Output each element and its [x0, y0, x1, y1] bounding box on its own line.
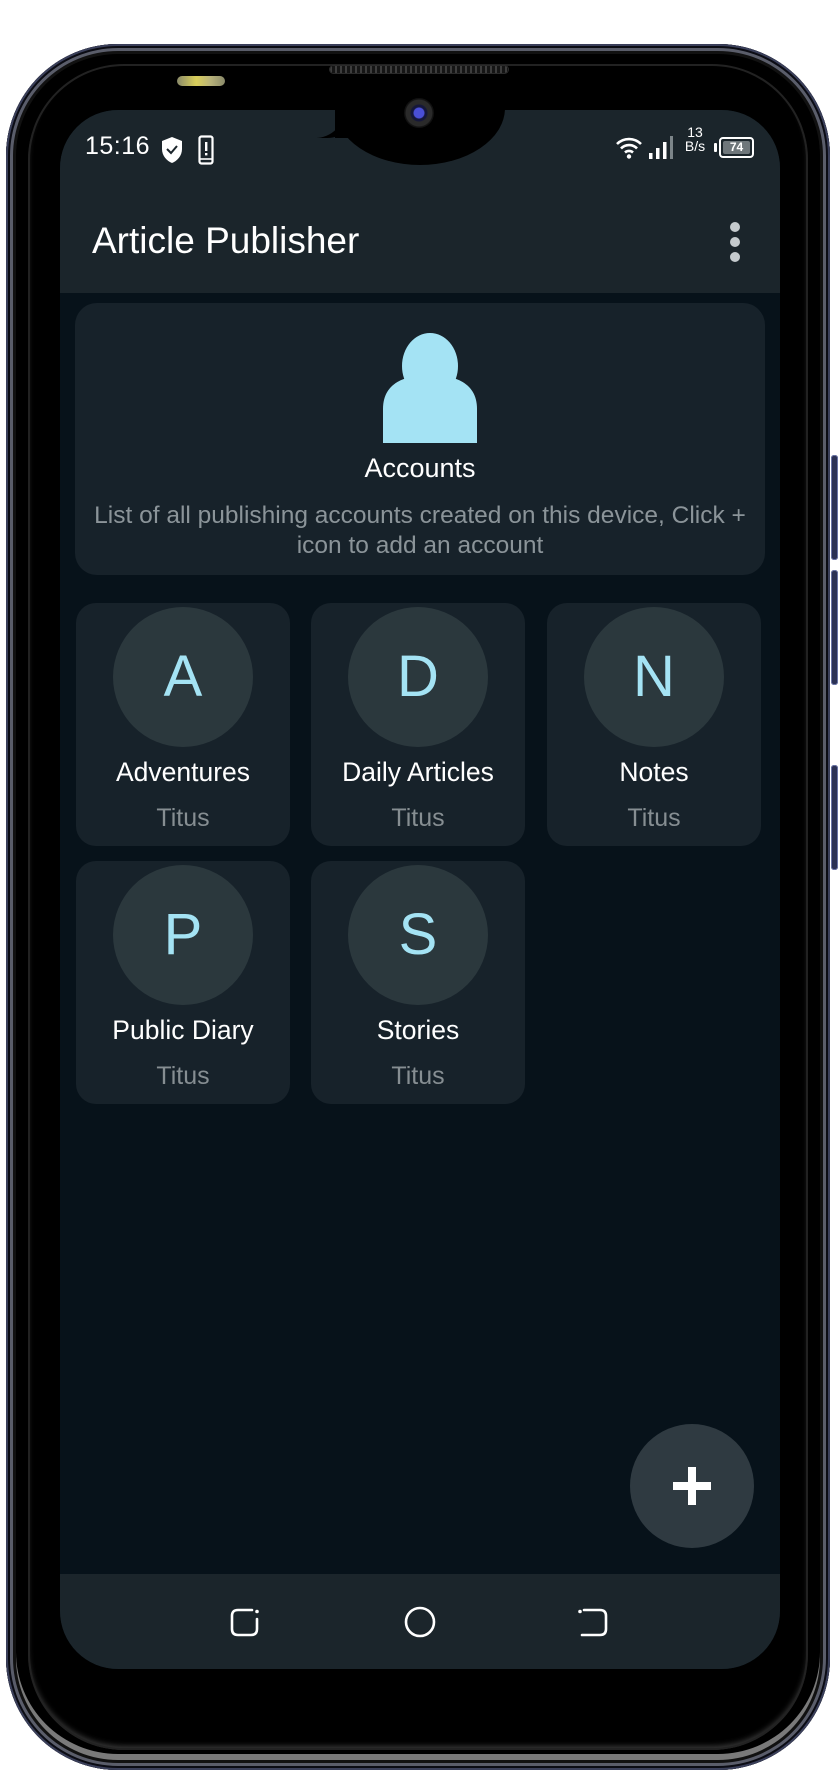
content-area: Accounts List of all publishing accounts…: [60, 293, 780, 1574]
accounts-header-card: Accounts List of all publishing accounts…: [75, 303, 765, 575]
navigation-bar: [60, 1574, 780, 1669]
battery-level: 74: [723, 141, 750, 154]
net-speed: 13 B/s: [680, 125, 710, 153]
screen: 15:16 13 B/s 74 Article Publisher Accoun…: [60, 110, 780, 1669]
account-card-daily-articles[interactable]: D Daily Articles Titus: [311, 603, 525, 846]
avatar: N: [584, 607, 724, 747]
account-card-stories[interactable]: S Stories Titus: [311, 861, 525, 1104]
volume-down-button: [831, 570, 838, 685]
recent-apps-icon[interactable]: [226, 1602, 266, 1642]
more-vert-dot: [730, 237, 740, 247]
person-icon: [383, 333, 477, 443]
account-name: Daily Articles: [342, 757, 494, 787]
net-speed-value: 13: [687, 124, 703, 140]
more-options-button[interactable]: [722, 216, 748, 268]
account-name: Notes: [619, 757, 689, 787]
more-vert-dot: [730, 252, 740, 262]
proximity-sensor: [177, 76, 225, 86]
avatar: A: [113, 607, 253, 747]
avatar: S: [348, 865, 488, 1005]
power-button: [831, 765, 838, 870]
more-vert-icon: [730, 222, 740, 232]
account-name: Stories: [376, 1015, 460, 1045]
app-title: Article Publisher: [92, 220, 360, 261]
accounts-title: Accounts: [364, 453, 476, 483]
account-name: Adventures: [115, 757, 251, 787]
back-icon[interactable]: [572, 1602, 612, 1642]
shield-check-icon: [162, 137, 182, 163]
account-owner: Titus: [391, 1062, 445, 1090]
account-card-notes[interactable]: N Notes Titus: [547, 603, 761, 846]
home-icon[interactable]: [400, 1602, 440, 1642]
app-bar: Article Publisher: [60, 190, 780, 293]
accounts-description: List of all publishing accounts created …: [94, 502, 746, 559]
account-owner: Titus: [627, 804, 681, 832]
net-speed-unit: B/s: [684, 138, 706, 154]
add-account-button[interactable]: [630, 1424, 754, 1548]
signal-icon: [649, 136, 673, 159]
avatar: P: [113, 865, 253, 1005]
account-card-public-diary[interactable]: P Public Diary Titus: [76, 861, 290, 1104]
phone-alert-icon: [198, 135, 214, 165]
status-time: 15:16: [85, 132, 151, 160]
account-owner: Titus: [391, 804, 445, 832]
volume-up-button: [831, 455, 838, 560]
avatar: D: [348, 607, 488, 747]
front-camera: [404, 98, 434, 128]
earpiece-speaker: [330, 66, 508, 73]
battery-icon: 74: [714, 137, 756, 158]
account-name: Public Diary: [112, 1015, 254, 1045]
account-owner: Titus: [156, 804, 210, 832]
account-owner: Titus: [156, 1062, 210, 1090]
account-card-adventures[interactable]: A Adventures Titus: [76, 603, 290, 846]
wifi-icon: [616, 137, 642, 159]
